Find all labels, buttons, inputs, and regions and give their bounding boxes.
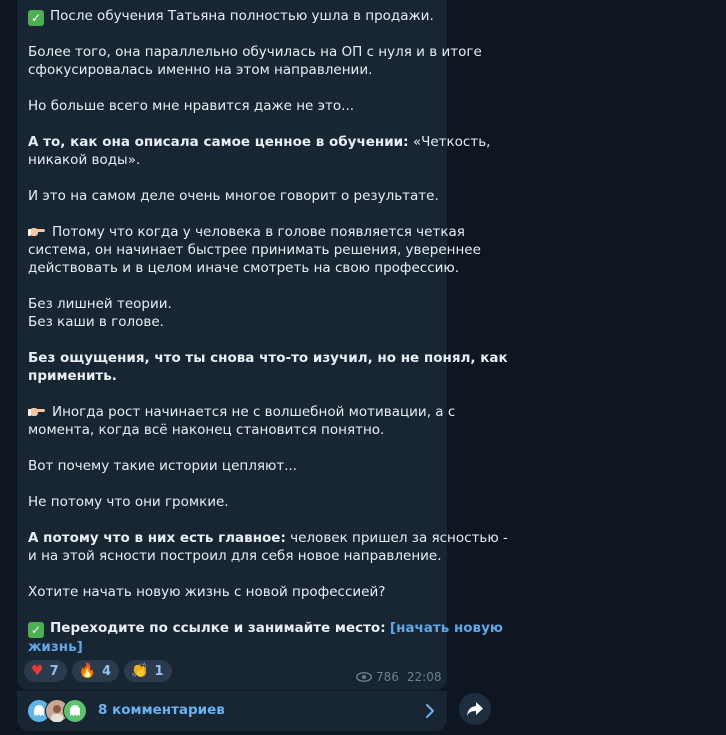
paragraph-8: Без ощущения, что ты снова что-то изучил… <box>28 350 508 384</box>
paragraph-14: ✓ Переходите по ссылке и занимайте место:… <box>28 620 504 655</box>
commenter-avatars <box>27 699 91 723</box>
paragraph-7: Без лишней теории. Без каши в голове. <box>28 296 172 330</box>
cta-link-continued[interactable]: жизнь] <box>28 639 83 655</box>
view-count: 786 <box>376 670 399 684</box>
pointing-hand-icon <box>28 408 45 416</box>
cta-link[interactable]: [начать новую <box>390 620 503 636</box>
avatar <box>63 699 87 723</box>
eye-icon <box>356 672 372 682</box>
message-meta: 786 22:08 <box>356 670 442 684</box>
comments-button[interactable]: 8 комментариев <box>17 691 447 731</box>
check-mark-icon: ✓ <box>28 10 44 26</box>
fire-icon: 🔥 <box>78 663 97 679</box>
paragraph-11: Не потому что они громкие. <box>28 494 229 510</box>
reaction-fire[interactable]: 🔥 4 <box>71 660 120 682</box>
heart-icon: ♥ <box>31 663 44 679</box>
paragraph-3: Но больше всего мне нравится даже не это… <box>28 98 355 114</box>
paragraph-5: И это на самом деле очень многое говорит… <box>28 188 439 204</box>
message-time: 22:08 <box>406 670 442 684</box>
paragraph-4: А то, как она описала самое ценное в обу… <box>28 134 491 168</box>
chevron-right-icon <box>426 704 434 718</box>
clap-icon: 👏 <box>131 663 149 679</box>
reactions-bar: ♥ 7 🔥 4 👏 1 <box>24 660 172 682</box>
share-button[interactable] <box>459 693 491 725</box>
reaction-heart[interactable]: ♥ 7 <box>24 660 67 682</box>
paragraph-13: Хотите начать новую жизнь с новой профес… <box>28 584 386 600</box>
check-mark-icon: ✓ <box>28 622 44 638</box>
paragraph-2: Более того, она параллельно обучилась на… <box>28 44 482 78</box>
pointing-hand-icon <box>28 228 45 236</box>
paragraph-10: Вот почему такие истории цепляют... <box>28 458 298 474</box>
comments-label: 8 комментариев <box>98 702 225 718</box>
share-arrow-icon <box>467 702 483 716</box>
paragraph-1: ✓ После обучения Татьяна полностью ушла в… <box>28 7 440 26</box>
ghost-avatar-icon <box>70 705 80 716</box>
paragraph-9: Иногда рост начинается не с волшебной мо… <box>28 404 456 438</box>
paragraph-6: Потому что когда у человека в голове поя… <box>28 224 481 276</box>
reaction-clap[interactable]: 👏 1 <box>124 660 172 682</box>
paragraph-12: А потому что в них есть главное: человек… <box>28 530 508 564</box>
